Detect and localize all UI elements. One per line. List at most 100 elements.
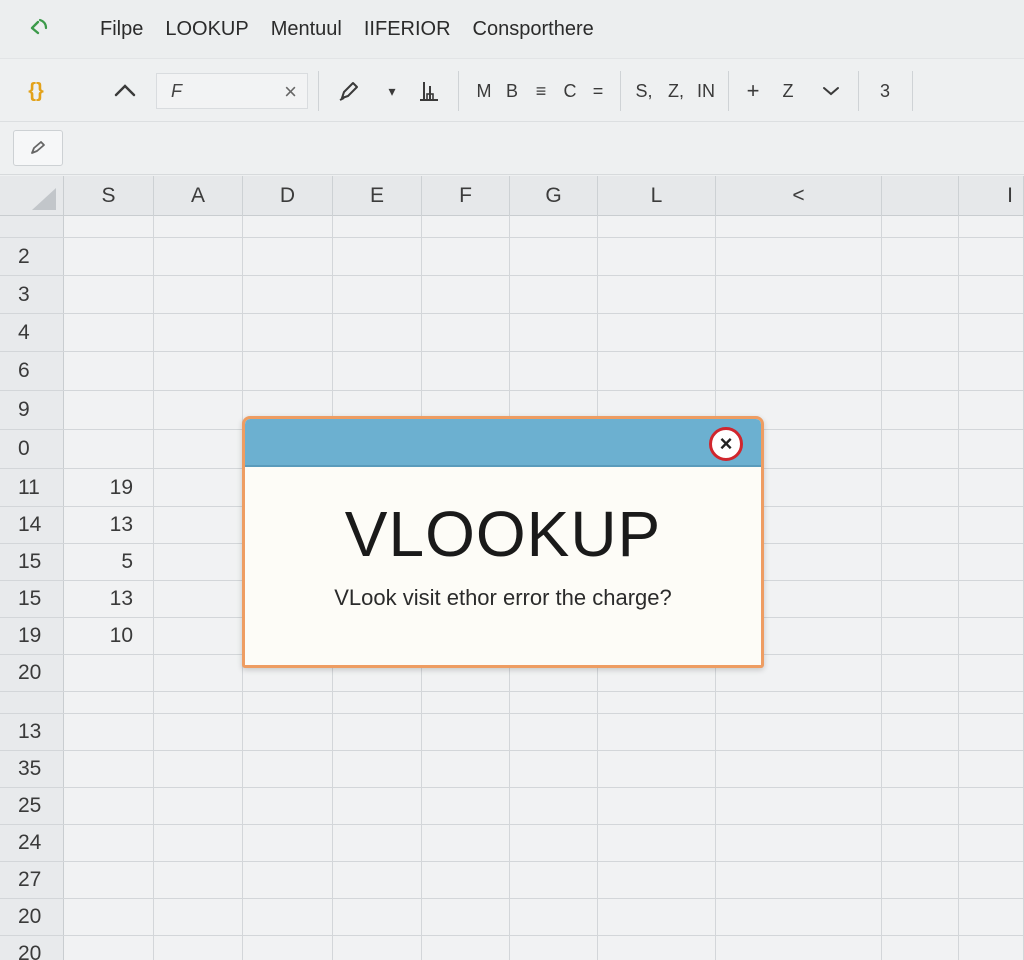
- grid-cell[interactable]: [64, 216, 154, 237]
- grid-cell[interactable]: [716, 692, 882, 713]
- grid-cell[interactable]: [598, 216, 716, 237]
- align-icon[interactable]: ≡: [528, 76, 554, 106]
- grid-cell[interactable]: [64, 862, 154, 898]
- grid-cell[interactable]: [154, 751, 243, 787]
- grid-cell[interactable]: [882, 314, 959, 351]
- grid-cell[interactable]: [243, 238, 333, 275]
- row-header[interactable]: 3: [0, 276, 64, 313]
- grid-cell[interactable]: [882, 507, 959, 543]
- column-header-a[interactable]: A: [154, 176, 243, 216]
- grid-cell[interactable]: [243, 692, 333, 713]
- grid-cell[interactable]: [882, 936, 959, 960]
- grid-cell[interactable]: [64, 714, 154, 750]
- grid-cell[interactable]: [598, 238, 716, 275]
- toolbar-button-s[interactable]: S,: [630, 76, 658, 106]
- grid-cell[interactable]: [882, 714, 959, 750]
- toolbar-button-b[interactable]: B: [500, 76, 524, 106]
- font-name-input[interactable]: F ×: [156, 73, 308, 109]
- grid-cell[interactable]: [882, 862, 959, 898]
- menu-item-iiferior[interactable]: IIFERIOR: [364, 18, 451, 41]
- grid-cell[interactable]: [598, 788, 716, 824]
- grid-cell[interactable]: [333, 825, 422, 861]
- grid-cell[interactable]: [154, 238, 243, 275]
- grid-cell[interactable]: [882, 751, 959, 787]
- grid-cell[interactable]: [882, 469, 959, 506]
- grid-cell[interactable]: [959, 276, 1024, 313]
- grid-cell[interactable]: [716, 216, 882, 237]
- grid-cell[interactable]: 10: [64, 618, 154, 654]
- grid-cell[interactable]: [154, 544, 243, 580]
- grid-cell[interactable]: [716, 238, 882, 275]
- grid-cell[interactable]: [333, 714, 422, 750]
- grid-cell[interactable]: [154, 314, 243, 351]
- grid-cell[interactable]: [510, 216, 598, 237]
- toolbar-button-in[interactable]: IN: [692, 76, 720, 106]
- grid-cell[interactable]: [422, 216, 510, 237]
- grid-cell[interactable]: [510, 825, 598, 861]
- row-header[interactable]: 35: [0, 751, 64, 787]
- row-header[interactable]: 14: [0, 507, 64, 543]
- menu-item-consporthere[interactable]: Consporthere: [473, 18, 594, 41]
- grid-cell[interactable]: [243, 352, 333, 390]
- grid-cell[interactable]: [243, 276, 333, 313]
- grid-cell[interactable]: [882, 352, 959, 390]
- grid-cell[interactable]: [333, 936, 422, 960]
- grid-cell[interactable]: [959, 391, 1024, 429]
- grid-cell[interactable]: [64, 314, 154, 351]
- row-header[interactable]: 24: [0, 825, 64, 861]
- grid-cell[interactable]: [716, 936, 882, 960]
- count-label[interactable]: 3: [872, 76, 898, 106]
- grid-cell[interactable]: [882, 825, 959, 861]
- grid-cell[interactable]: [510, 936, 598, 960]
- grid-cell[interactable]: [510, 714, 598, 750]
- grid-cell[interactable]: [959, 714, 1024, 750]
- grid-cell[interactable]: [154, 391, 243, 429]
- grid-cell[interactable]: [154, 430, 243, 468]
- row-header[interactable]: 20: [0, 899, 64, 935]
- grid-cell[interactable]: [959, 507, 1024, 543]
- grid-cell[interactable]: [598, 862, 716, 898]
- grid-cell[interactable]: 13: [64, 581, 154, 617]
- row-header[interactable]: 20: [0, 655, 64, 691]
- grid-cell[interactable]: [716, 788, 882, 824]
- grid-cell[interactable]: [64, 238, 154, 275]
- grid-cell[interactable]: [422, 692, 510, 713]
- toolbar-button-z2[interactable]: Z: [776, 76, 800, 106]
- grid-cell[interactable]: [959, 692, 1024, 713]
- grid-cell[interactable]: [64, 692, 154, 713]
- menu-item-filpe[interactable]: Filpe: [100, 18, 143, 41]
- grid-cell[interactable]: [882, 430, 959, 468]
- grid-cell[interactable]: [882, 276, 959, 313]
- grid-cell[interactable]: [716, 862, 882, 898]
- refresh-arrow-icon[interactable]: [26, 14, 52, 40]
- grid-cell[interactable]: [64, 276, 154, 313]
- grid-cell[interactable]: [64, 788, 154, 824]
- grid-cell[interactable]: [64, 899, 154, 935]
- grid-cell[interactable]: [154, 469, 243, 506]
- grid-cell[interactable]: [959, 430, 1024, 468]
- grid-cell[interactable]: [422, 862, 510, 898]
- grid-cell[interactable]: [154, 862, 243, 898]
- select-all-corner[interactable]: [0, 176, 64, 216]
- grid-cell[interactable]: [716, 751, 882, 787]
- grid-cell[interactable]: [598, 825, 716, 861]
- grid-cell[interactable]: [154, 936, 243, 960]
- grid-cell[interactable]: [510, 692, 598, 713]
- grid-cell[interactable]: [882, 544, 959, 580]
- grid-cell[interactable]: [154, 276, 243, 313]
- grid-cell[interactable]: [959, 899, 1024, 935]
- grid-cell[interactable]: [154, 216, 243, 237]
- row-header[interactable]: 11: [0, 469, 64, 506]
- grid-cell[interactable]: [959, 751, 1024, 787]
- row-header[interactable]: [0, 692, 64, 713]
- column-header-f[interactable]: F: [422, 176, 510, 216]
- row-header[interactable]: 4: [0, 314, 64, 351]
- grid-cell[interactable]: [959, 618, 1024, 654]
- grid-cell[interactable]: [243, 936, 333, 960]
- grid-cell[interactable]: [64, 655, 154, 691]
- chevron-down-icon[interactable]: [818, 76, 844, 106]
- row-header[interactable]: 19: [0, 618, 64, 654]
- grid-cell[interactable]: [598, 276, 716, 313]
- grid-cell[interactable]: [333, 352, 422, 390]
- grid-cell[interactable]: [510, 314, 598, 351]
